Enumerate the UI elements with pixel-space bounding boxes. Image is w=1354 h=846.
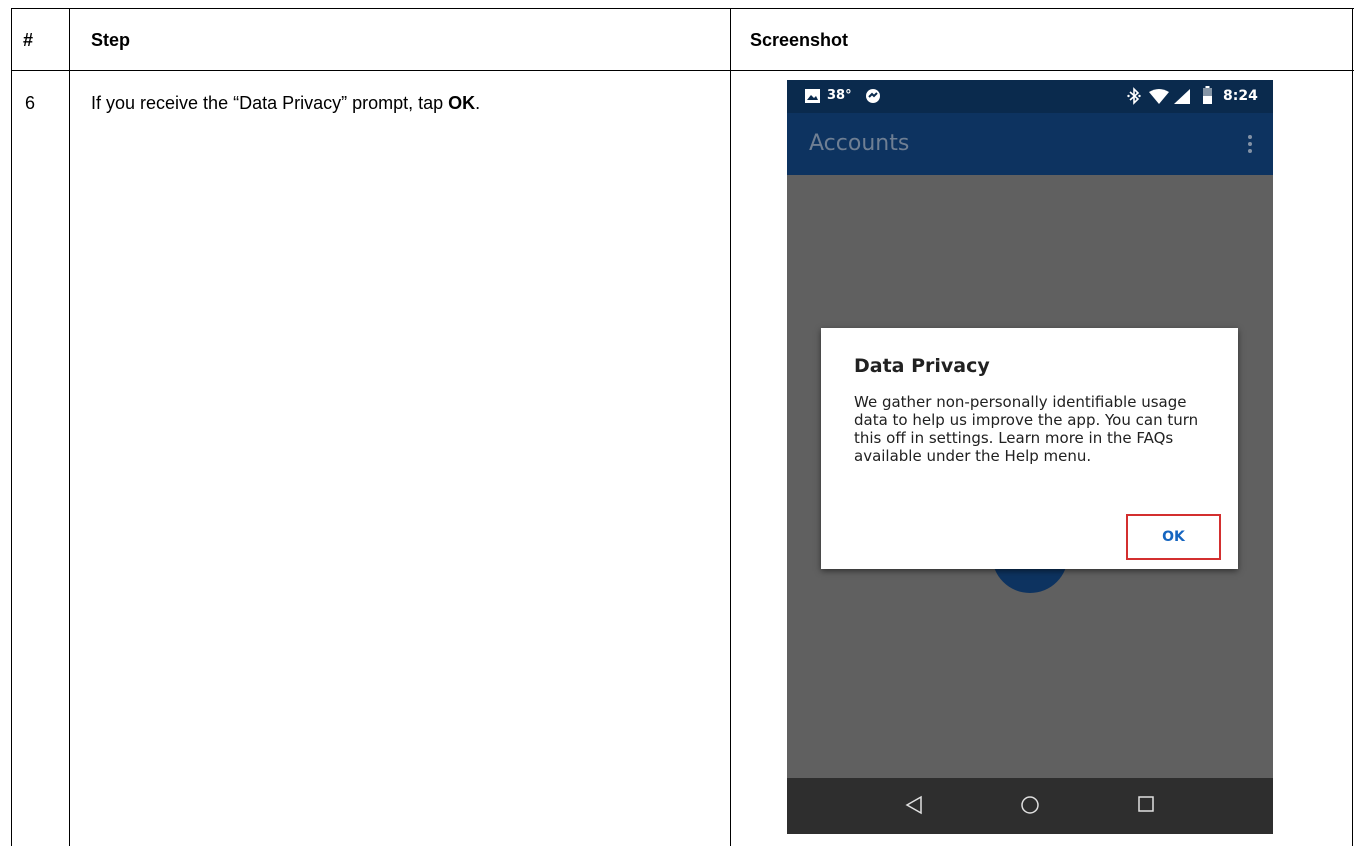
navigation-bar [787, 778, 1273, 834]
header-step: Step [91, 30, 131, 50]
phone-screenshot: 38° 8:24 Accounts Data Privacy We gather… [787, 80, 1273, 834]
header-screenshot: Screenshot [750, 30, 849, 50]
image-icon [805, 89, 820, 103]
column-divider-2 [730, 8, 731, 846]
clock: 8:24 [1223, 88, 1258, 104]
app-bar: Accounts [787, 113, 1273, 175]
header-divider [11, 70, 1354, 71]
step-number: 6 [25, 93, 36, 113]
back-icon[interactable] [905, 795, 923, 815]
app-title: Accounts [809, 131, 910, 156]
column-divider-1 [69, 8, 70, 846]
sync-icon [866, 89, 880, 103]
overflow-menu-icon[interactable] [1247, 135, 1253, 155]
step-text: If you receive the “Data Privacy” prompt… [91, 93, 449, 113]
header-number: # [23, 30, 34, 50]
home-icon[interactable] [1020, 795, 1040, 815]
table-border-right [1352, 8, 1353, 846]
signal-icon [1174, 89, 1190, 104]
battery-icon [1203, 86, 1212, 104]
bluetooth-icon [1127, 87, 1141, 105]
dialog-title: Data Privacy [854, 355, 990, 377]
status-bar: 38° 8:24 [787, 80, 1273, 113]
table-border-left [11, 8, 12, 846]
ok-button[interactable]: OK [1126, 514, 1221, 560]
data-privacy-dialog: Data Privacy We gather non-personally id… [821, 328, 1238, 569]
temperature: 38° [827, 88, 852, 103]
table-border-top [11, 8, 1354, 9]
step-text-bold: OK [448, 93, 476, 113]
wifi-icon [1149, 89, 1169, 104]
step-text-end: . [475, 93, 481, 113]
dialog-message: We gather non-personally identifiable us… [854, 393, 1199, 465]
recents-icon[interactable] [1137, 795, 1155, 813]
step-instruction: If you receive the “Data Privacy” prompt… [91, 93, 480, 114]
